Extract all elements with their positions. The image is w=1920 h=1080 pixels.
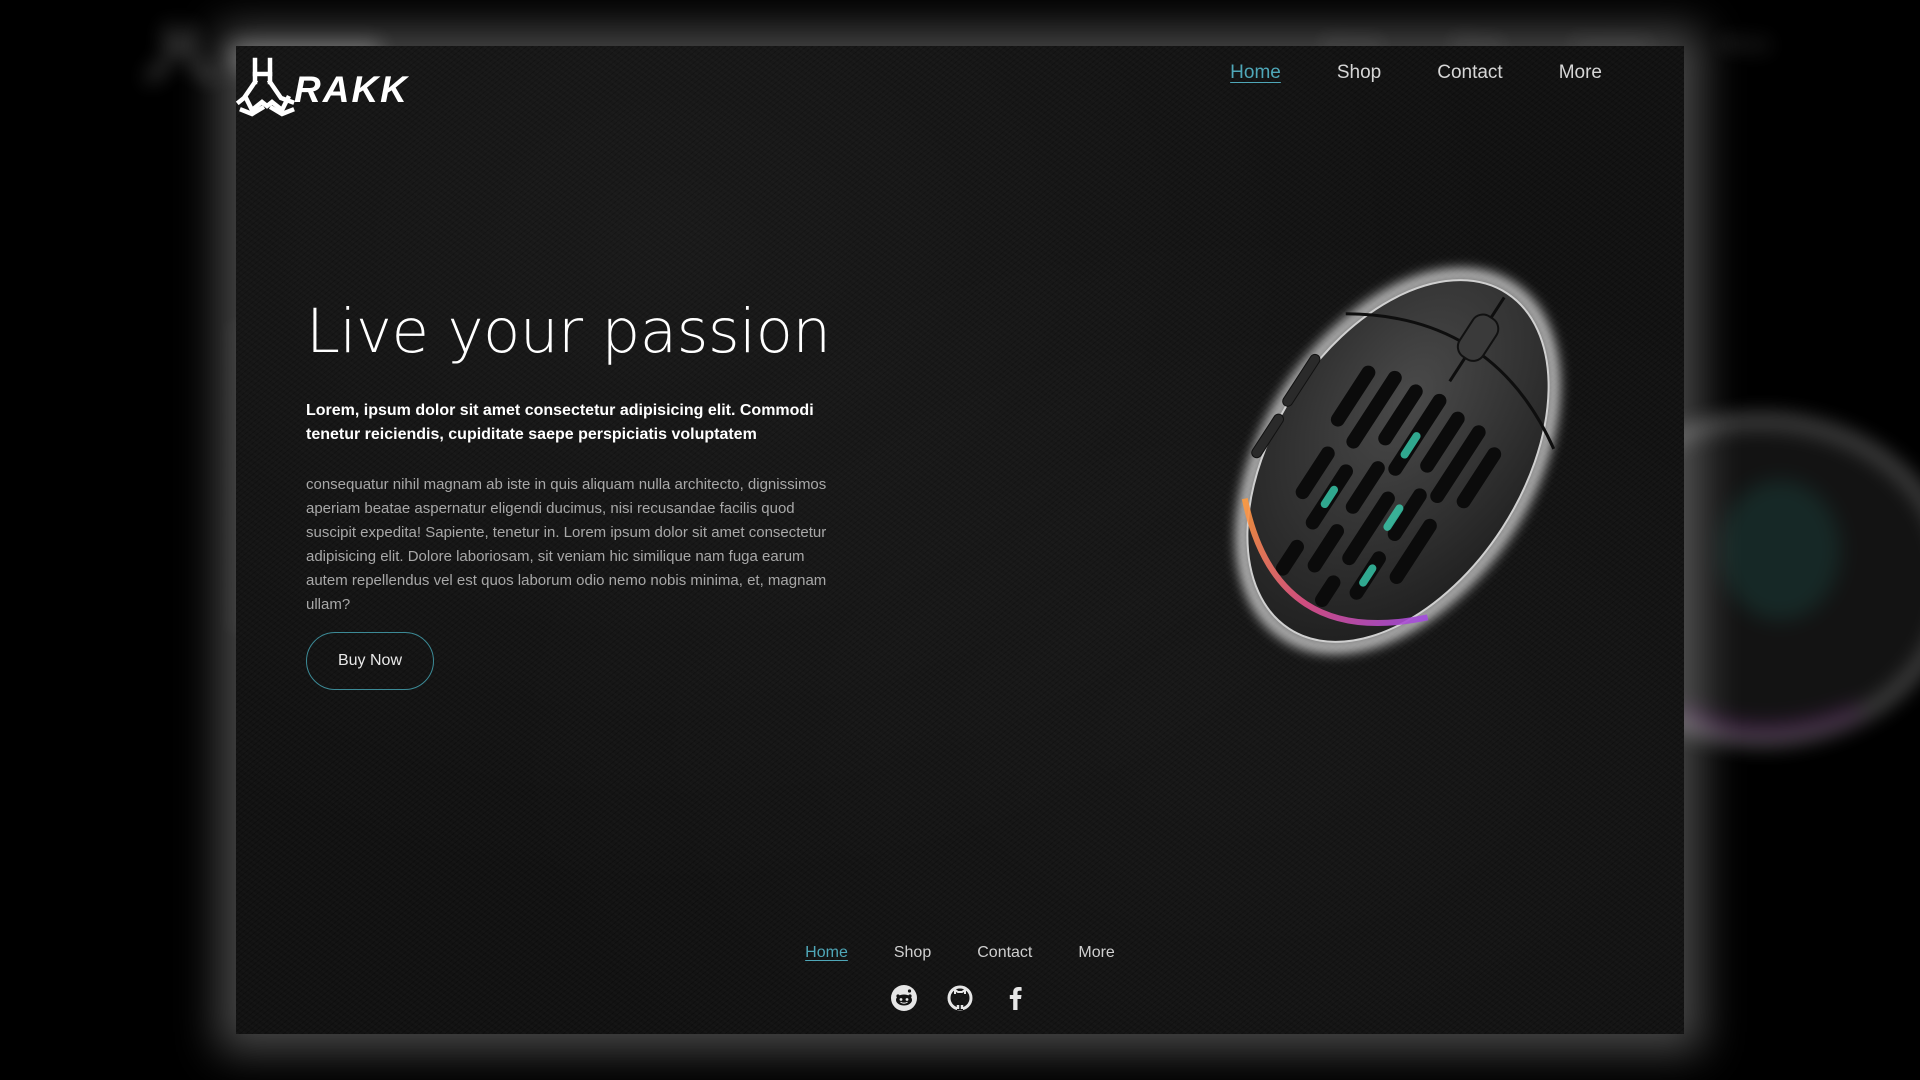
footer-more-link[interactable]: More (1078, 944, 1114, 962)
footer-contact-link[interactable]: Contact (977, 944, 1032, 962)
hero-lead-text: Lorem, ipsum dolor sit amet consectetur … (306, 402, 814, 443)
footer-shop-link[interactable]: Shop (894, 944, 931, 962)
nav-shop-link[interactable]: Shop (1337, 62, 1381, 84)
nav-contact-link[interactable]: Contact (1437, 62, 1502, 84)
buy-now-button[interactable]: Buy Now (306, 632, 434, 690)
nav-more-link[interactable]: More (1559, 62, 1602, 84)
github-icon[interactable] (946, 984, 974, 1012)
viewport: Home Shop Contact More RAKK Home Shop Co… (0, 0, 1920, 1080)
reddit-icon[interactable] (890, 984, 918, 1012)
nav-home-link[interactable]: Home (1230, 62, 1281, 84)
hero-title: Live your passion (306, 296, 831, 367)
social-links (236, 984, 1684, 1012)
top-nav: Home Shop Contact More (1230, 62, 1602, 84)
brand-name: RAKK (294, 69, 409, 110)
rakk-logo-icon (236, 57, 295, 117)
brand-logo[interactable]: RAKK (236, 54, 409, 118)
hero-body-text: consequatur nihil magnam ab iste in quis… (306, 476, 827, 613)
page-window: RAKK Home Shop Contact More Live your pa… (236, 46, 1684, 1034)
gaming-mouse-image (1236, 268, 1560, 654)
facebook-icon[interactable] (1002, 984, 1030, 1012)
footer-nav: Home Shop Contact More (236, 944, 1684, 962)
footer-home-link[interactable]: Home (805, 944, 848, 962)
